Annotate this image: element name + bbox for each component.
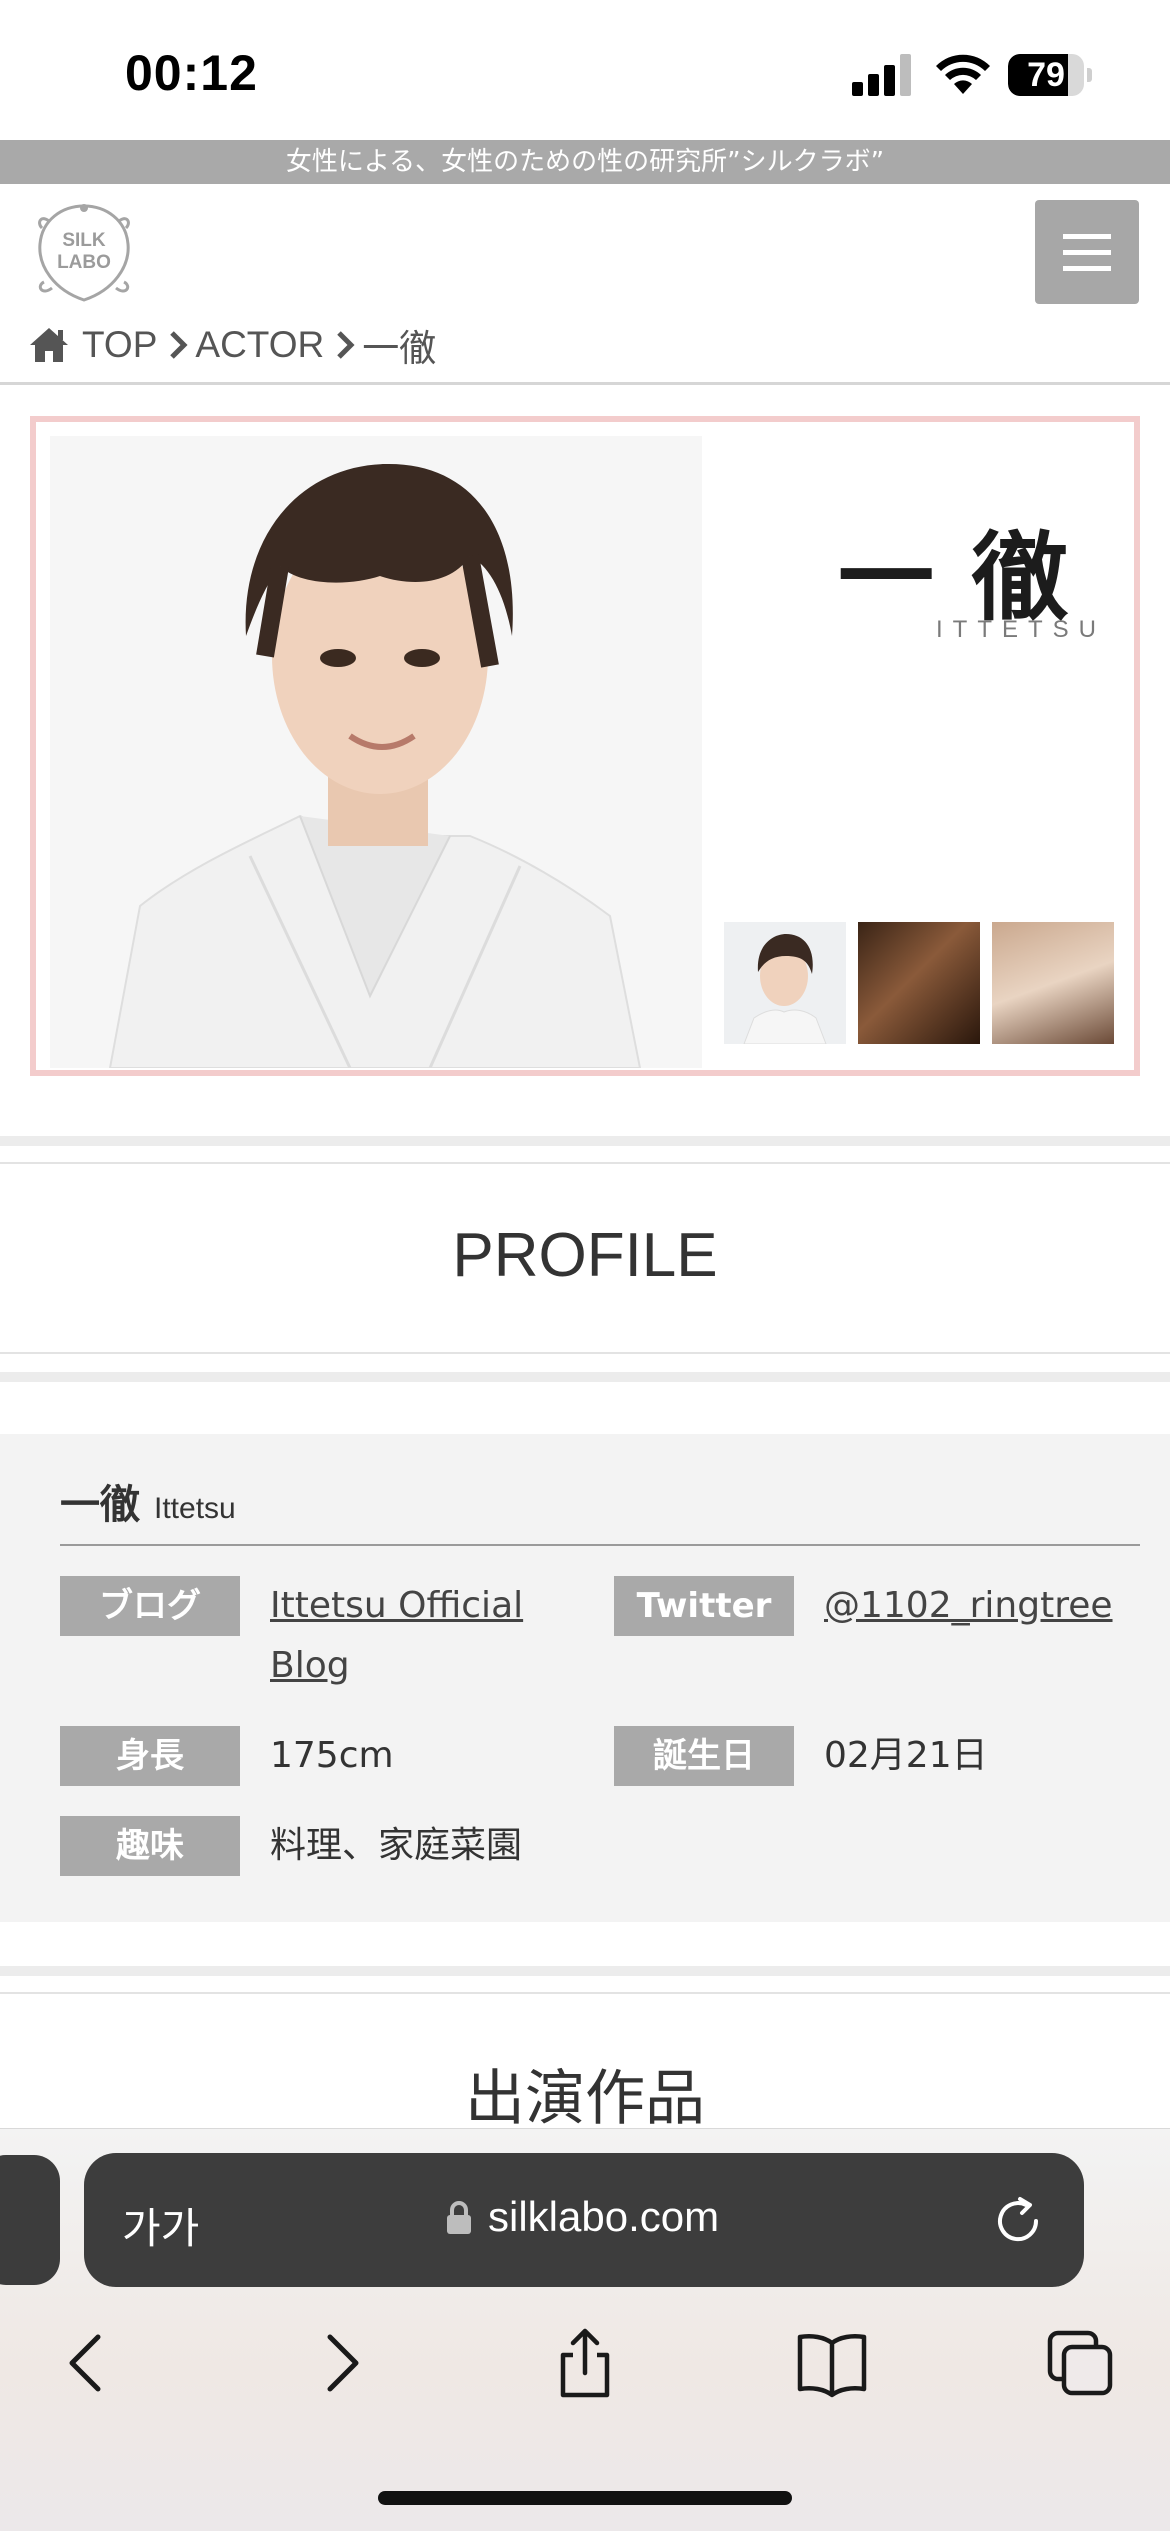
works-heading: 出演作品 — [465, 2064, 705, 2134]
section-divider-thin — [0, 1992, 1170, 1994]
gallery-thumbnail-3[interactable] — [992, 922, 1114, 1044]
bookmarks-icon[interactable] — [796, 2327, 868, 2399]
battery-percent: 79 — [1027, 56, 1065, 94]
silk-labo-logo[interactable]: SILK LABO — [28, 200, 140, 306]
text-size-button[interactable]: 가가 — [122, 2195, 199, 2256]
actor-hero-banner: 一徹 ITTETSU — [30, 416, 1140, 1076]
header-divider — [0, 382, 1170, 385]
signal-icon — [852, 54, 911, 96]
profile-name: 一徹 Ittetsu — [60, 1472, 236, 1530]
logo-text-labo: LABO — [57, 252, 111, 273]
chevron-right-icon — [170, 331, 188, 359]
site-header: SILK LABO TOP ACTOR 一徹 — [0, 184, 1170, 385]
home-indicator — [378, 2491, 792, 2505]
tabs-icon[interactable] — [1044, 2327, 1116, 2399]
reload-icon[interactable] — [992, 2195, 1044, 2247]
previous-tab-preview[interactable] — [0, 2155, 60, 2285]
chevron-right-icon — [337, 331, 355, 359]
blog-label: ブログ — [60, 1576, 240, 1636]
section-divider — [0, 1372, 1170, 1382]
gallery-thumbnail-1[interactable] — [724, 922, 846, 1044]
hero-actor-romaji: ITTETSU — [936, 616, 1106, 643]
section-divider — [0, 1966, 1170, 1976]
twitter-link[interactable]: @1102_ringtree — [824, 1576, 1113, 1636]
breadcrumb-actor-link[interactable]: ACTOR — [195, 324, 324, 366]
section-divider — [0, 1136, 1170, 1146]
height-value: 175cm — [270, 1735, 394, 1776]
hobby-value: 料理、家庭菜園 — [270, 1825, 523, 1866]
actor-portrait-image — [50, 436, 702, 1068]
lock-icon — [447, 2201, 471, 2234]
browser-toolbar: 가가 silklabo.com — [0, 2128, 1170, 2531]
forward-icon[interactable] — [304, 2327, 376, 2399]
profile-heading: PROFILE — [452, 1221, 718, 1290]
breadcrumb-current: 一徹 — [362, 328, 437, 369]
back-icon[interactable] — [52, 2327, 124, 2399]
home-icon[interactable] — [28, 326, 70, 364]
wifi-icon — [936, 54, 990, 94]
battery-icon: 79 — [1008, 54, 1092, 96]
blog-link[interactable]: Ittetsu Official Blog — [270, 1576, 570, 1696]
section-divider-thin — [0, 1162, 1170, 1164]
birthday-value: 02月21日 — [824, 1735, 988, 1776]
breadcrumb: TOP ACTOR 一徹 — [28, 320, 436, 370]
hobby-label: 趣味 — [60, 1816, 240, 1876]
section-divider-thin — [0, 1352, 1170, 1354]
profile-name-en: Ittetsu — [154, 1492, 236, 1525]
birthday-label: 誕生日 — [614, 1726, 794, 1786]
address-bar[interactable]: 가가 silklabo.com — [84, 2153, 1084, 2287]
height-label: 身長 — [60, 1726, 240, 1786]
profile-divider — [60, 1544, 1140, 1546]
logo-text-silk: SILK — [62, 230, 106, 251]
twitter-label: Twitter — [614, 1576, 794, 1636]
breadcrumb-top-link[interactable]: TOP — [82, 324, 157, 366]
status-bar: 00:12 79 — [0, 0, 1170, 140]
site-tagline: 女性による、女性のための性の研究所”シルクラボ” — [0, 140, 1170, 184]
profile-name-jp: 一徹 — [60, 1482, 140, 1528]
hamburger-menu-button[interactable] — [1035, 200, 1139, 304]
status-time: 00:12 — [125, 45, 258, 101]
url-text[interactable]: silklabo.com — [488, 2193, 719, 2241]
profile-card: 一徹 Ittetsu ブログ Ittetsu Official Blog Twi… — [0, 1434, 1170, 1922]
share-icon[interactable] — [549, 2327, 621, 2399]
gallery-thumbnail-2[interactable] — [858, 922, 980, 1044]
